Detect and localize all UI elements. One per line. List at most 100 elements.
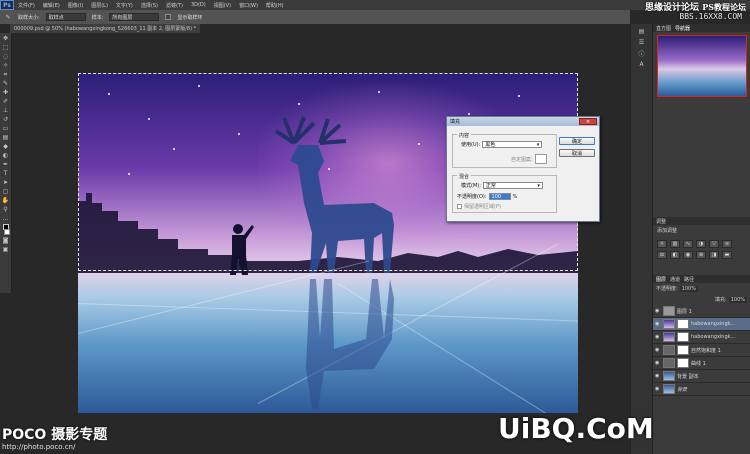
brightness-icon[interactable]: ☼ xyxy=(657,240,667,248)
brush-tool-icon[interactable]: ✐ xyxy=(2,98,10,105)
mode-select[interactable]: 正常 ▾ xyxy=(482,182,543,189)
adjustment-icons: ☼ ▥ ∿ ◑ ▽ ≋ ⚖ ◧ ◉ ⊕ ◨ ▬ xyxy=(653,236,750,263)
menu-window[interactable]: 窗口(W) xyxy=(235,2,262,9)
sample-size-select[interactable]: 取样点 xyxy=(45,13,86,21)
star xyxy=(173,148,175,150)
gradient-tool-icon[interactable]: ▤ xyxy=(2,134,10,141)
background-color-swatch[interactable] xyxy=(4,229,10,235)
menu-layer[interactable]: 图层(L) xyxy=(87,2,112,9)
layer-row[interactable]: ◉ habowangxingk... xyxy=(653,318,750,331)
hand-tool-icon[interactable]: ✋ xyxy=(2,197,10,204)
move-tool-icon[interactable]: ✥ xyxy=(2,35,10,42)
use-select[interactable]: 黑色 ▾ xyxy=(482,141,543,148)
pen-tool-icon[interactable]: ✒ xyxy=(2,161,10,168)
dialog-titlebar[interactable]: 填充 × xyxy=(447,117,599,126)
tab-adjustments[interactable]: 调整 xyxy=(656,218,666,225)
history-panel-icon[interactable]: ▤ xyxy=(638,28,646,35)
shape-tool-icon[interactable]: ▢ xyxy=(2,188,10,195)
vibrance-icon[interactable]: ▽ xyxy=(709,240,719,248)
menu-image[interactable]: 图像(I) xyxy=(64,2,87,9)
layer-row[interactable]: ◉ 自然饱和度 1 xyxy=(653,344,750,357)
eyedropper-icon[interactable]: ✎ xyxy=(4,14,12,21)
tab-navigator[interactable]: 导航器 xyxy=(675,25,690,32)
poco-logo: POCO 摄影专题 xyxy=(2,427,108,443)
blur-tool-icon[interactable]: ◆ xyxy=(2,143,10,150)
hue-icon[interactable]: ≋ xyxy=(722,240,732,248)
layer-mask-thumbnail[interactable] xyxy=(677,332,689,342)
opacity-value[interactable]: 100% xyxy=(679,285,698,292)
layer-row[interactable]: ◉ 图层 1 xyxy=(653,305,750,318)
opacity-unit: % xyxy=(512,193,518,200)
zoom-tool-icon[interactable]: ⚲ xyxy=(2,206,10,213)
layer-row[interactable]: ◉ 背景 副本 xyxy=(653,370,750,383)
tab-paths[interactable]: 路径 xyxy=(684,276,694,283)
invert-icon[interactable]: ◨ xyxy=(709,251,719,259)
layer-mask-thumbnail[interactable] xyxy=(677,358,689,368)
exposure-icon[interactable]: ◑ xyxy=(696,240,706,248)
menu-filter[interactable]: 滤镜(T) xyxy=(162,2,187,9)
fill-value[interactable]: 100% xyxy=(728,296,747,303)
navigator-thumbnail[interactable] xyxy=(657,35,747,97)
crop-tool-icon[interactable]: ⌗ xyxy=(2,71,10,78)
levels-icon[interactable]: ▥ xyxy=(670,240,680,248)
menu-file[interactable]: 文件(F) xyxy=(14,2,39,9)
layer-opacity-row: 不透明度: 100% xyxy=(653,283,750,294)
path-select-icon[interactable]: ➤ xyxy=(2,179,10,186)
star xyxy=(238,133,240,135)
layer-mask-thumbnail[interactable] xyxy=(677,345,689,355)
eye-icon[interactable]: ◉ xyxy=(655,360,661,366)
menu-3d[interactable]: 3D(D) xyxy=(187,2,210,8)
tab-layers[interactable]: 图层 xyxy=(656,276,666,283)
tab-histogram[interactable]: 直方图 xyxy=(656,25,671,32)
channel-mixer-icon[interactable]: ⊕ xyxy=(696,251,706,259)
eraser-tool-icon[interactable]: ▭ xyxy=(2,125,10,132)
layer-mask-thumbnail[interactable] xyxy=(677,319,689,329)
quick-mask-icon[interactable]: ◙ xyxy=(2,237,10,244)
lasso-tool-icon[interactable]: ◌ xyxy=(2,53,10,60)
color-balance-icon[interactable]: ⚖ xyxy=(657,251,667,259)
eye-icon[interactable]: ◉ xyxy=(655,373,661,379)
healing-tool-icon[interactable]: ✚ xyxy=(2,89,10,96)
extra-tools-icon[interactable]: … xyxy=(2,215,10,222)
gradient-map-icon[interactable]: ▬ xyxy=(722,251,732,259)
black-white-icon[interactable]: ◧ xyxy=(670,251,680,259)
pattern-picker[interactable] xyxy=(534,154,547,164)
properties-panel-icon[interactable]: ☰ xyxy=(638,39,646,46)
document-tab[interactable]: 000009.psd @ 50% (habowangxingkong_52660… xyxy=(10,24,200,33)
quick-select-icon[interactable]: ✧ xyxy=(2,62,10,69)
info-panel-icon[interactable]: ⓘ xyxy=(638,50,646,58)
marquee-tool-icon[interactable]: ⬚ xyxy=(2,44,10,51)
menu-view[interactable]: 视图(V) xyxy=(210,2,235,9)
sample-select[interactable]: 所有图层 xyxy=(109,13,160,21)
menu-bar: Ps 文件(F) 编辑(E) 图像(I) 图层(L) 文字(Y) 选择(S) 滤… xyxy=(0,0,750,10)
menu-type[interactable]: 文字(Y) xyxy=(112,2,137,9)
eye-icon[interactable]: ◉ xyxy=(655,386,661,392)
cancel-button[interactable]: 取消 xyxy=(559,149,595,157)
eye-icon[interactable]: ◉ xyxy=(655,334,661,340)
character-panel-icon[interactable]: A xyxy=(638,61,646,68)
stamp-tool-icon[interactable]: ⊥ xyxy=(2,107,10,114)
show-ring-checkbox[interactable] xyxy=(165,14,172,20)
photo-filter-icon[interactable]: ◉ xyxy=(683,251,693,259)
tab-channels[interactable]: 通道 xyxy=(670,276,680,283)
curves-icon[interactable]: ∿ xyxy=(683,240,693,248)
menu-select[interactable]: 选择(S) xyxy=(137,2,162,9)
eye-icon[interactable]: ◉ xyxy=(655,308,661,314)
menu-edit[interactable]: 编辑(E) xyxy=(39,2,64,9)
layer-row[interactable]: ◉ 背景 xyxy=(653,383,750,396)
type-tool-icon[interactable]: T xyxy=(2,170,10,177)
screen-mode-icon[interactable]: ▣ xyxy=(2,246,10,253)
dodge-tool-icon[interactable]: ◐ xyxy=(2,152,10,159)
dialog-close-button[interactable]: × xyxy=(579,118,597,125)
preserve-checkbox[interactable] xyxy=(457,204,462,209)
eyedropper-tool-icon[interactable]: ✎ xyxy=(2,80,10,87)
opacity-input[interactable]: 100 xyxy=(488,193,511,200)
layer-fill-row: 填充: 100% xyxy=(653,294,750,305)
history-brush-icon[interactable]: ↺ xyxy=(2,116,10,123)
layer-row[interactable]: ◉ habowangxingk... xyxy=(653,331,750,344)
eye-icon[interactable]: ◉ xyxy=(655,347,661,353)
menu-help[interactable]: 帮助(H) xyxy=(262,2,288,9)
eye-icon[interactable]: ◉ xyxy=(655,321,661,327)
layer-row[interactable]: ◉ 曲线 1 xyxy=(653,357,750,370)
ok-button[interactable]: 确定 xyxy=(559,137,595,145)
